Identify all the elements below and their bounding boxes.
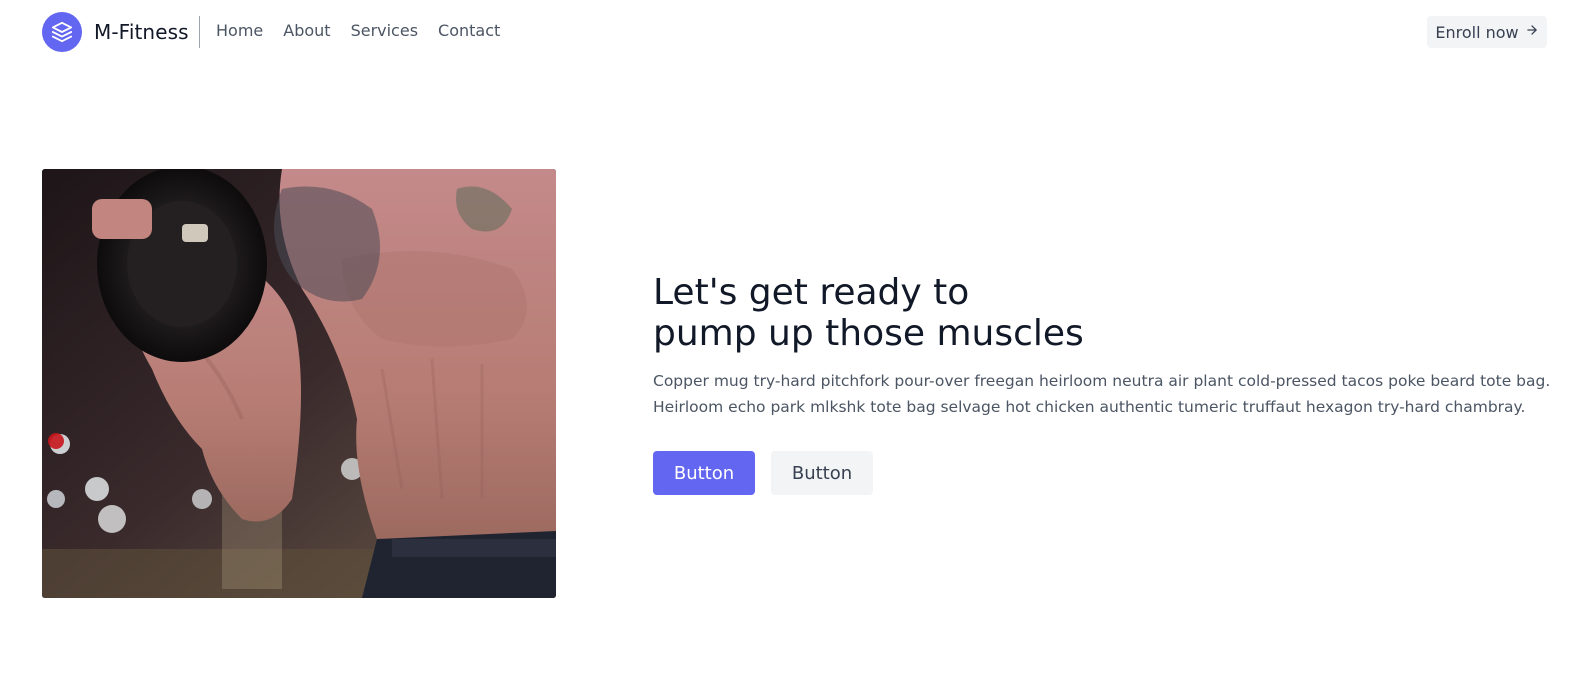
hero-image <box>42 169 556 598</box>
hero-title-line-2: pump up those muscles <box>653 313 1084 354</box>
primary-button[interactable]: Button <box>653 451 755 495</box>
nav-link-about[interactable]: About <box>283 21 330 40</box>
enroll-now-button[interactable]: Enroll now <box>1427 16 1547 48</box>
landing-page: M-Fitness Home About Services Contact En… <box>0 0 1590 700</box>
stacked-layers-icon <box>42 12 82 52</box>
hero-title-line-1: Let's get ready to <box>653 272 970 313</box>
hero-description-line-1: Copper mug try-hard pitchfork pour-over … <box>653 372 1551 390</box>
brand-name: M-Fitness <box>94 20 189 44</box>
hero-description-line-2: Heirloom echo park mlkshk tote bag selva… <box>653 398 1526 416</box>
brand-logo-link[interactable]: M-Fitness <box>42 12 189 52</box>
hero-title: Let's get ready to pump up those muscles <box>653 272 1084 354</box>
nav-divider <box>199 16 200 48</box>
nav-link-contact[interactable]: Contact <box>438 21 500 40</box>
enroll-now-label: Enroll now <box>1435 22 1519 42</box>
secondary-button[interactable]: Button <box>771 451 873 495</box>
main-nav: Home About Services Contact <box>216 21 500 40</box>
nav-link-home[interactable]: Home <box>216 21 263 40</box>
nav-link-services[interactable]: Services <box>351 21 418 40</box>
hero-description: Copper mug try-hard pitchfork pour-over … <box>653 368 1551 420</box>
arrow-right-icon <box>1525 23 1539 41</box>
site-header: M-Fitness Home About Services Contact En… <box>0 0 1590 64</box>
